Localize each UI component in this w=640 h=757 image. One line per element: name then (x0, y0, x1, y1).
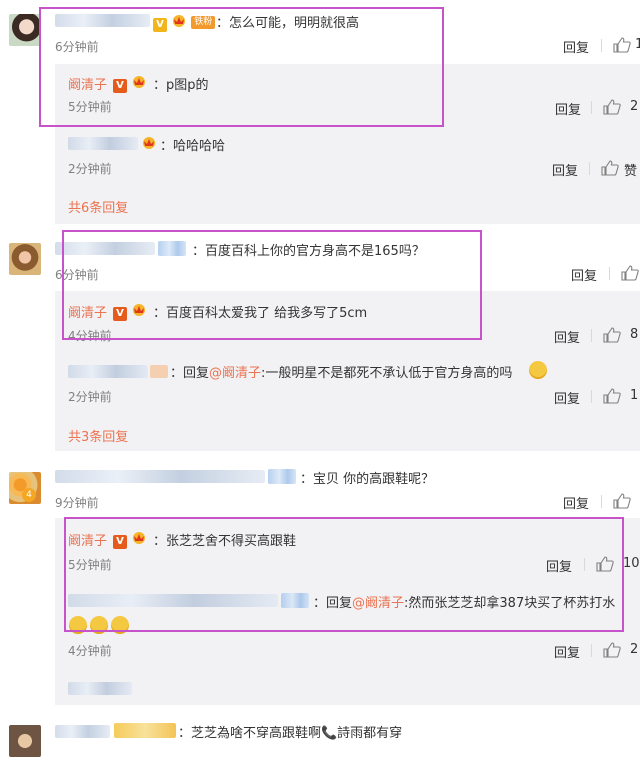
thumbs-up-icon[interactable] (603, 327, 621, 343)
reply-button[interactable]: 回复 (555, 99, 581, 118)
like-count: 2 (630, 99, 639, 114)
reply-time: 4分钟前 (68, 644, 112, 658)
reply-button[interactable]: 回复 (554, 327, 580, 346)
reply-text: ：回复@阚清子:一般明星不是都死不承认低于官方身高的吗 (170, 362, 512, 381)
reply-button[interactable]: 回复 (554, 388, 580, 407)
reply-time: 2分钟前 (68, 162, 112, 176)
thumbs-up-icon[interactable] (601, 160, 619, 176)
reply-button[interactable]: 回复 (552, 160, 578, 179)
comment-time: 9分钟前 (55, 496, 99, 510)
reply-prefix: ：回复 (170, 366, 210, 381)
divider (591, 101, 592, 114)
thumbs-up-icon[interactable] (603, 99, 621, 115)
avatar[interactable] (9, 14, 41, 46)
reply-button[interactable]: 回复 (563, 37, 589, 56)
highlight-box (39, 7, 444, 127)
highlight-box (64, 517, 624, 632)
divider (591, 644, 592, 657)
avatar[interactable] (9, 243, 41, 275)
user-badge-blurred (114, 723, 176, 738)
divider (601, 495, 602, 508)
highlight-box (62, 230, 482, 340)
divider (589, 162, 590, 175)
like-count: 赞 (624, 164, 638, 179)
like-count: 2 (630, 642, 639, 657)
mention-link[interactable]: @阚清子 (209, 366, 261, 381)
reply-author-blurred[interactable] (68, 137, 138, 150)
reply-button[interactable]: 回复 (563, 493, 589, 512)
more-replies-blurred[interactable] (68, 682, 132, 695)
reply-text: ：哈哈哈哈 (160, 139, 226, 154)
divider (591, 329, 592, 342)
grin-emoji (529, 361, 547, 379)
user-badge-blurred (268, 469, 296, 484)
like-count: 1 (635, 37, 640, 52)
divider (591, 390, 592, 403)
reply-button[interactable]: 回复 (554, 642, 580, 661)
thumbs-up-icon[interactable] (621, 265, 639, 281)
reply-time: 2分钟前 (68, 390, 112, 404)
comment-text: ：芝芝為啥不穿高跟鞋啊📞詩雨都有穿 (178, 726, 403, 741)
avatar[interactable] (9, 725, 41, 757)
thumbs-up-icon[interactable] (613, 493, 631, 509)
reply-body: :一般明星不是都死不承认低于官方身高的吗 (261, 366, 513, 381)
username-blurred[interactable] (55, 470, 265, 483)
level-badge: 4 (22, 488, 36, 502)
reply-button[interactable]: 回复 (571, 265, 597, 284)
view-more-replies[interactable]: 共3条回复 (68, 426, 128, 445)
divider (609, 267, 610, 280)
comment-text: ：宝贝 你的高跟鞋呢？ (300, 472, 435, 487)
like-count: 1 (630, 388, 639, 403)
reply-author-badge-blurred (150, 365, 168, 378)
thumbs-up-icon[interactable] (603, 388, 621, 404)
crown-icon (143, 137, 155, 149)
thumbs-up-icon[interactable] (603, 642, 621, 658)
like-count: 8 (630, 327, 639, 342)
like-count: 10 (623, 556, 640, 571)
reply-author-blurred[interactable] (68, 365, 148, 378)
view-more-replies[interactable]: 共6条回复 (68, 197, 128, 216)
username-blurred[interactable] (55, 725, 110, 738)
thumbs-up-icon[interactable] (613, 37, 631, 53)
divider (601, 39, 602, 52)
